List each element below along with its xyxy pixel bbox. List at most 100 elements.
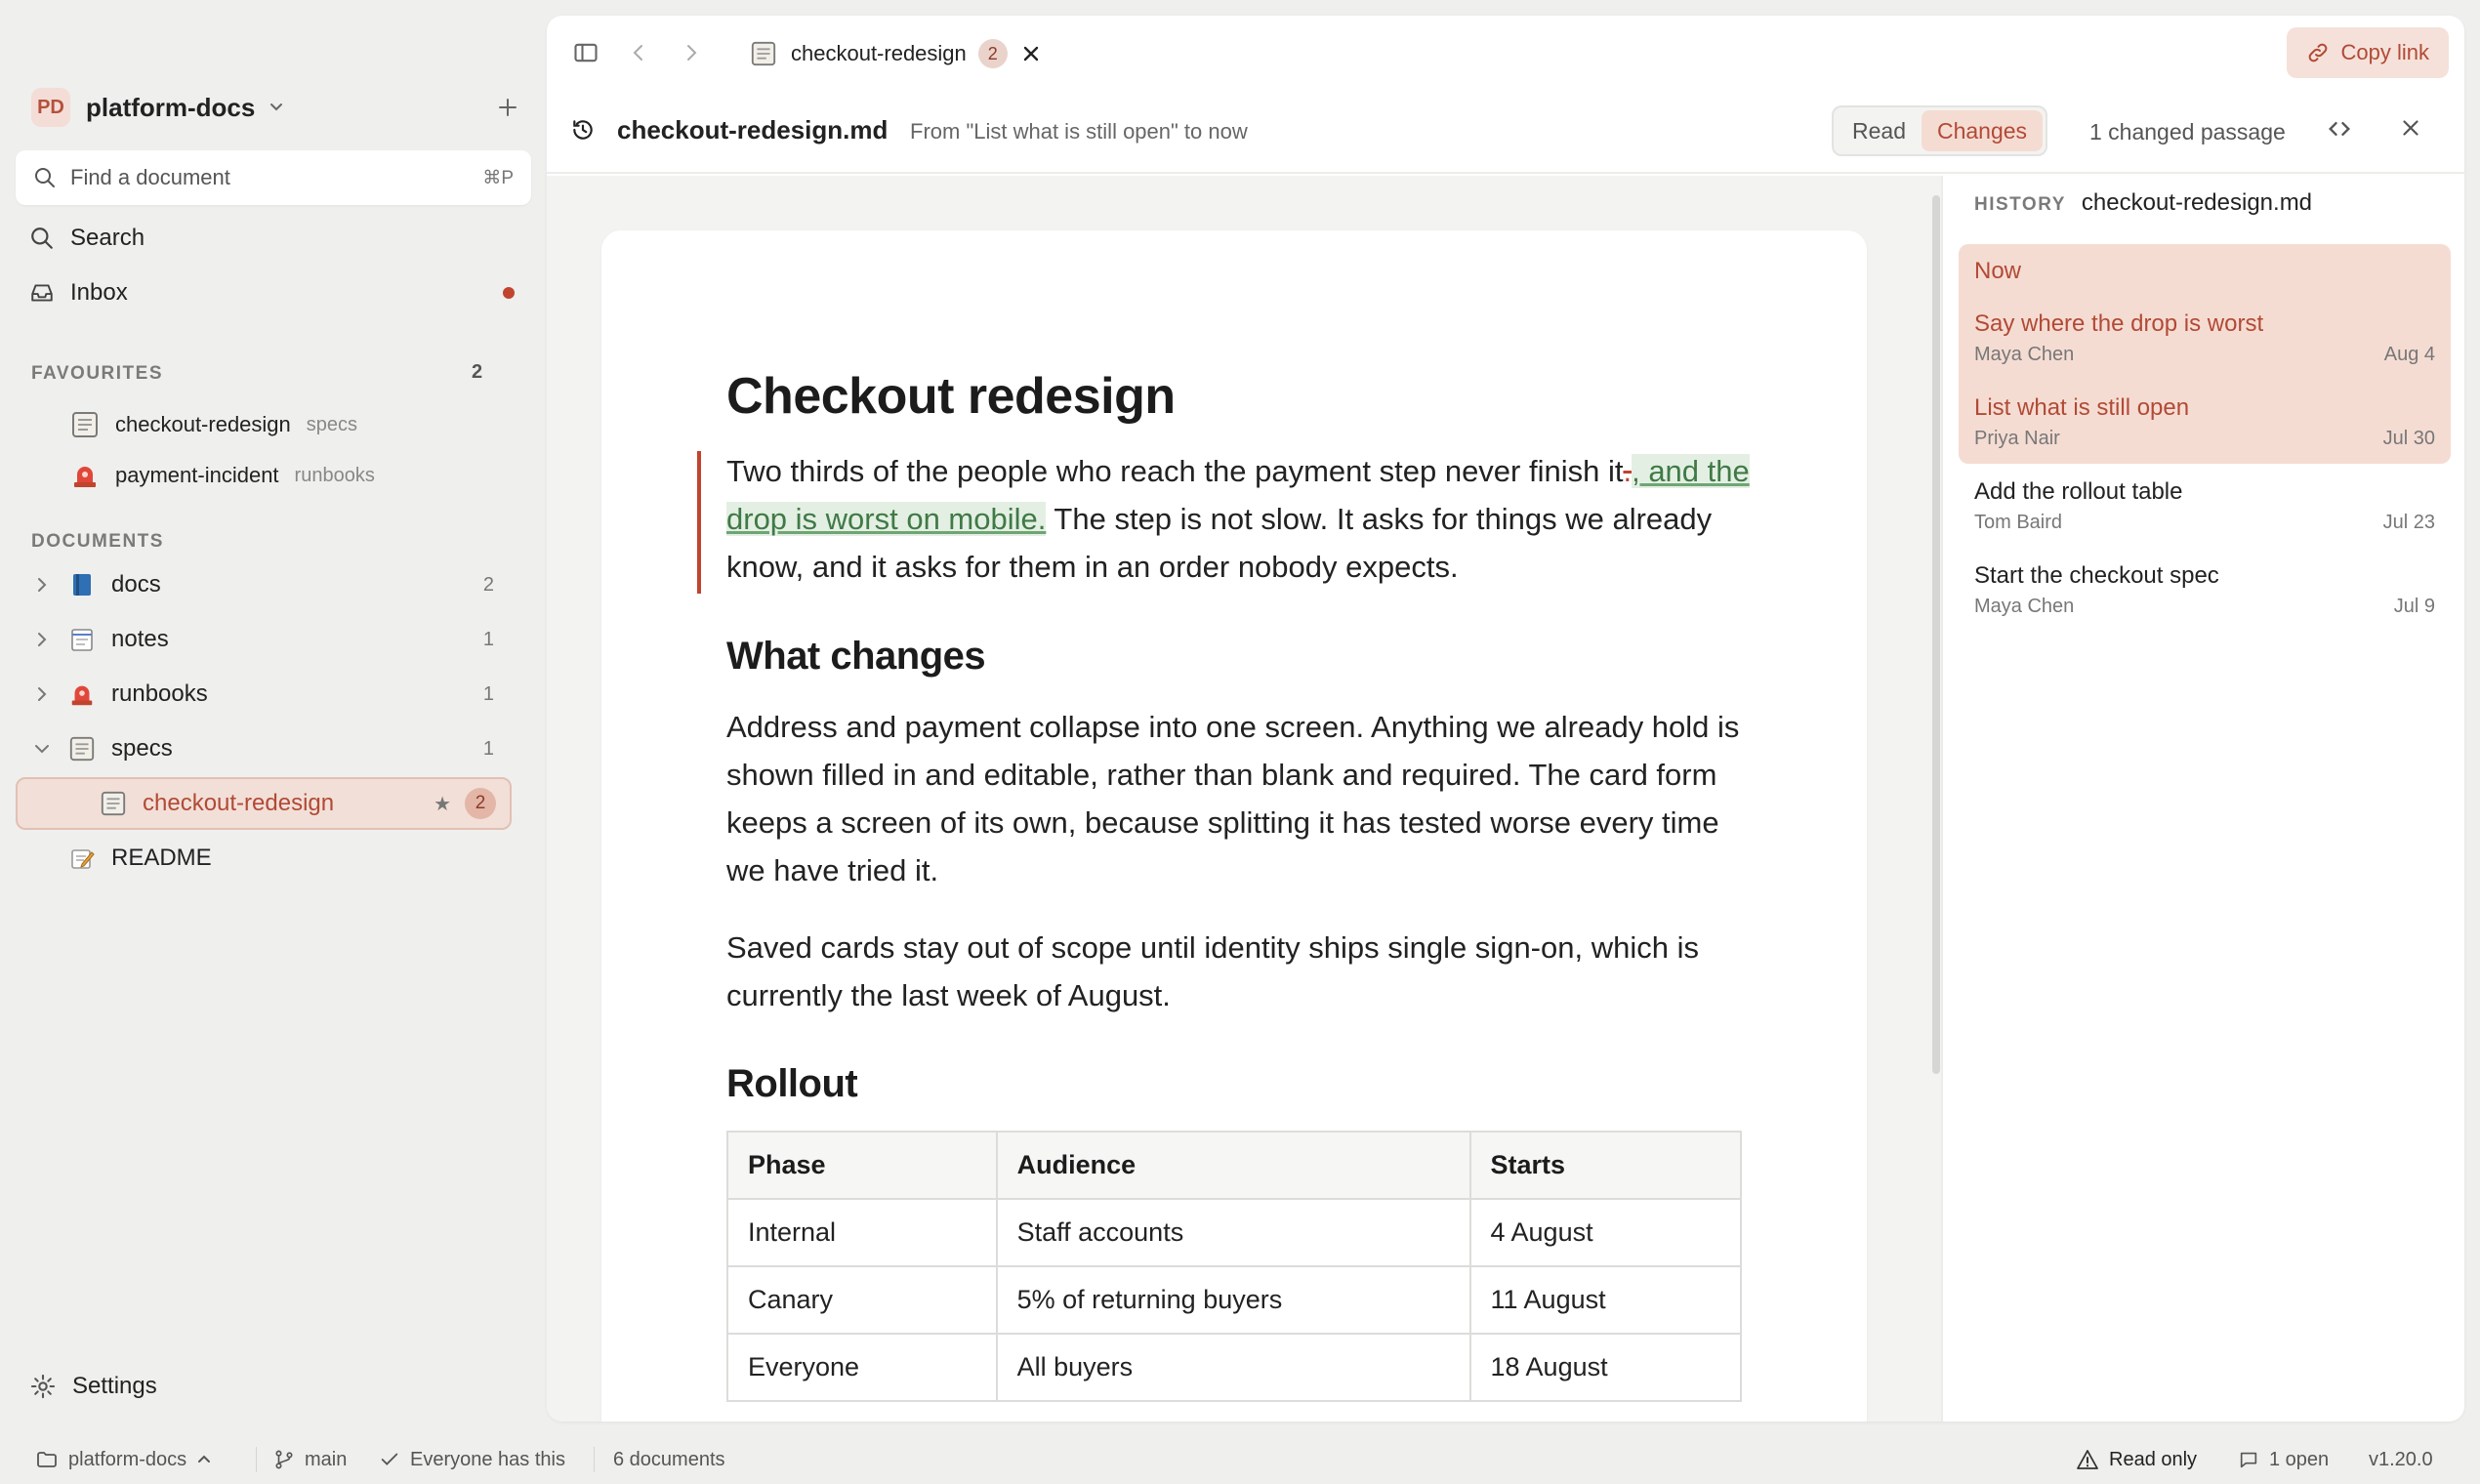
history-entry[interactable]: Say where the drop is worst Maya Chen Au… [1974, 310, 2435, 366]
chevron-right-icon[interactable] [29, 631, 55, 648]
history-entry-author: Maya Chen [1974, 596, 2075, 617]
status-branch[interactable]: main [273, 1449, 347, 1471]
document-scroll-area[interactable]: Checkout redesign Two thirds of the peop… [547, 176, 1923, 1422]
status-comments[interactable]: 1 open [2238, 1449, 2329, 1471]
history-entry-author: Priya Nair [1974, 428, 2060, 449]
history-entry[interactable]: Start the checkout spec Maya Chen Jul 9 [1974, 562, 2435, 618]
check-icon [379, 1449, 400, 1470]
documents-heading: DOCUMENTS [31, 531, 164, 552]
search-icon [33, 166, 57, 189]
close-icon[interactable] [2398, 115, 2423, 141]
tree-folder-label: docs [111, 571, 161, 598]
table-cell: 5% of returning buyers [995, 1265, 1471, 1335]
table-row: Internal Staff accounts 4 August [726, 1198, 1742, 1267]
status-mode: Read only [2076, 1448, 2197, 1471]
mode-read-button[interactable]: Read [1837, 110, 1922, 151]
status-version: v1.20.0 [2369, 1449, 2433, 1471]
close-tab-icon[interactable] [1021, 44, 1041, 63]
favourite-item-payment-incident[interactable]: payment-incident runbooks [70, 455, 375, 496]
siren-icon [70, 461, 100, 490]
status-comments-label: 1 open [2269, 1448, 2330, 1470]
spec-doc-icon [100, 790, 127, 817]
scrollbar-thumb[interactable] [1932, 195, 1940, 1074]
find-document-placeholder: Find a document [70, 165, 230, 189]
notepad-icon [68, 626, 96, 653]
tree-folder-notes[interactable]: notes 1 [29, 615, 512, 664]
tree-doc-readme[interactable]: README [29, 834, 512, 883]
tab-label: checkout-redesign [791, 41, 967, 65]
memo-icon [68, 845, 96, 872]
nav-inbox[interactable]: Inbox [29, 271, 128, 314]
table-header: Audience [995, 1131, 1471, 1200]
status-version-label: v1.20.0 [2369, 1448, 2433, 1470]
chevron-down-icon[interactable] [29, 740, 55, 758]
nav-search[interactable]: Search [29, 217, 145, 260]
intro-paragraph: Two thirds of the people who reach the p… [726, 447, 1752, 591]
table-row: Canary 5% of returning buyers 11 August [726, 1265, 1742, 1335]
favourite-folder: specs [306, 413, 358, 435]
tree-doc-label: checkout-redesign [143, 790, 335, 816]
history-icon [570, 117, 596, 143]
history-header: HISTORY checkout-redesign.md [1974, 189, 2312, 217]
status-separator [594, 1447, 595, 1472]
tree-folder-label: runbooks [111, 680, 208, 707]
nav-search-label: Search [70, 225, 145, 251]
favourite-item-checkout-redesign[interactable]: checkout-redesign specs [70, 404, 357, 445]
history-entry-date: Jul 23 [2382, 512, 2435, 533]
table-cell: Everyone [726, 1333, 998, 1402]
view-mode-toggle: Read Changes [1832, 105, 2048, 156]
status-doc-count-label: 6 documents [613, 1448, 725, 1470]
table-cell: Staff accounts [995, 1198, 1471, 1267]
history-entry[interactable]: List what is still open Priya Nair Jul 3… [1974, 394, 2435, 450]
history-entry-date: Aug 4 [2383, 344, 2435, 365]
sidebar-toggle-icon[interactable] [568, 35, 603, 70]
tab-change-badge: 2 [977, 39, 1008, 68]
favourites-count: 2 [472, 361, 483, 383]
link-icon [2306, 41, 2330, 64]
history-entry-title: List what is still open [1974, 394, 2190, 421]
change-count-badge: 2 [465, 788, 496, 819]
history-file: checkout-redesign.md [2081, 189, 2313, 216]
chevron-right-icon[interactable] [29, 576, 55, 594]
status-workspace-label: platform-docs [68, 1448, 187, 1470]
history-entry-date: Jul 30 [2382, 428, 2435, 449]
spec-doc-icon [70, 410, 100, 439]
workspace-switcher[interactable]: PD platform-docs [31, 86, 531, 129]
chevron-right-icon[interactable] [29, 685, 55, 703]
status-workspace[interactable]: platform-docs [35, 1448, 212, 1471]
favourite-star-icon[interactable]: ★ [434, 792, 451, 816]
settings-button[interactable]: Settings [29, 1373, 157, 1400]
intro-text-before: Two thirds of the people who reach the p… [726, 454, 1624, 488]
find-document-input[interactable]: Find a document ⌘P [16, 150, 531, 205]
forward-arrow-icon[interactable] [674, 35, 709, 70]
history-entry-date: Jul 9 [2393, 596, 2435, 617]
status-bar: platform-docs main Everyone has this 6 d… [0, 1435, 2480, 1484]
back-arrow-icon[interactable] [621, 35, 656, 70]
tree-folder-docs[interactable]: docs 2 [29, 560, 512, 609]
tab-bar: checkout-redesign 2 Copy link [547, 16, 2464, 88]
mode-changes-button[interactable]: Changes [1921, 110, 2044, 151]
heading-rollout: Rollout [726, 1062, 858, 1105]
copy-link-label: Copy link [2340, 40, 2429, 64]
tree-folder-runbooks[interactable]: runbooks 1 [29, 670, 512, 719]
table-cell: 4 August [1468, 1198, 1742, 1267]
copy-link-button[interactable]: Copy link [2286, 27, 2449, 78]
git-branch-icon [273, 1449, 295, 1470]
history-entry[interactable]: Add the rollout table Tom Baird Jul 23 [1974, 478, 2435, 534]
favourite-label: payment-incident [115, 463, 279, 487]
document-page: Checkout redesign Two thirds of the peop… [601, 230, 1867, 1422]
history-entry-title: Say where the drop is worst [1974, 310, 2264, 337]
tree-doc-checkout-redesign[interactable]: checkout-redesign ★ 2 [16, 777, 512, 830]
history-panel: HISTORY checkout-redesign.md Now Say whe… [1941, 176, 2464, 1422]
workspace-name: platform-docs [86, 92, 256, 122]
tree-folder-count: 1 [482, 737, 494, 760]
table-cell: Internal [726, 1198, 998, 1267]
tree-folder-specs[interactable]: specs 1 [29, 724, 512, 773]
search-icon [29, 226, 55, 251]
folder-icon [35, 1448, 59, 1471]
source-code-icon[interactable] [2326, 115, 2353, 143]
gear-icon [29, 1373, 57, 1400]
history-now[interactable]: Now [1974, 258, 2021, 285]
tab-checkout-redesign[interactable]: checkout-redesign 2 [736, 29, 1054, 78]
new-document-plus-icon[interactable] [490, 90, 525, 125]
